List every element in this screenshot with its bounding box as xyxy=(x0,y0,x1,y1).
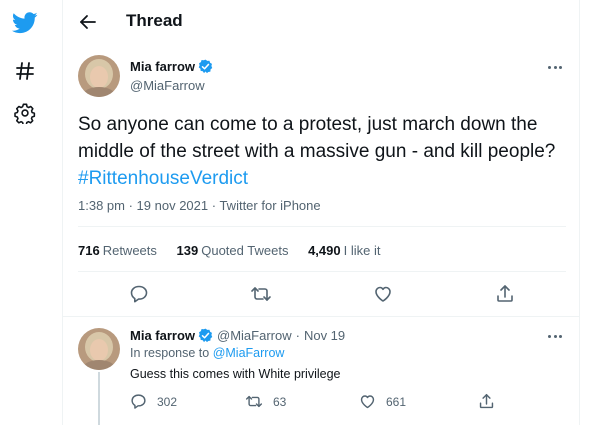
like-heart-icon xyxy=(360,395,375,409)
tweet-client[interactable]: Twitter for iPhone xyxy=(219,198,320,213)
avatar[interactable] xyxy=(78,55,120,97)
verified-badge-icon xyxy=(198,59,213,74)
tweet-meta: 1:38 pm · 19 nov 2021 · Twitter for iPho… xyxy=(78,198,321,213)
reply-icon xyxy=(131,394,146,409)
in-response-to: In response to @MiaFarrow xyxy=(130,346,285,360)
quotes-stat[interactable]: 139 Quoted Tweets xyxy=(177,243,289,258)
verified-badge-icon xyxy=(198,328,213,343)
share-icon xyxy=(479,393,494,409)
thread-column: Thread Mia farrow @MiaFarrow So anyone c… xyxy=(62,0,580,425)
likes-stat[interactable]: 4,490 I like it xyxy=(308,243,380,258)
tweet-body: So anyone can come to a protest, just ma… xyxy=(78,114,556,162)
twitter-logo-icon[interactable] xyxy=(10,8,40,38)
reply-count: 302 xyxy=(157,394,178,409)
reply-share-button[interactable] xyxy=(478,393,505,410)
reply-reply-button[interactable]: 302 xyxy=(130,393,177,410)
reply-date[interactable]: Nov 19 xyxy=(304,328,345,343)
thread-connector-line xyxy=(98,372,100,425)
divider xyxy=(78,271,566,272)
tweet-time[interactable]: 1:38 pm xyxy=(78,198,125,213)
reply-like-button[interactable]: 661 xyxy=(359,393,406,410)
handle[interactable]: @MiaFarrow xyxy=(217,328,292,343)
separator-dot: · xyxy=(295,328,300,343)
more-options-icon[interactable] xyxy=(545,329,565,343)
thread-header: Thread xyxy=(63,0,579,44)
tweet-author: Mia farrow xyxy=(130,59,213,74)
display-name[interactable]: Mia farrow xyxy=(130,59,195,74)
handle[interactable]: @MiaFarrow xyxy=(130,78,205,93)
hashtag-icon[interactable] xyxy=(10,56,40,86)
reply-text: Guess this comes with White privilege xyxy=(130,367,341,381)
gear-icon[interactable] xyxy=(10,98,40,128)
retweet-count: 63 xyxy=(273,394,287,409)
display-name[interactable]: Mia farrow xyxy=(130,328,195,343)
retweet-icon xyxy=(245,395,263,408)
retweet-icon[interactable] xyxy=(249,282,273,306)
more-options-icon[interactable] xyxy=(545,60,565,74)
like-heart-icon[interactable] xyxy=(371,282,395,306)
tweet-date[interactable]: 19 nov 2021 xyxy=(137,198,209,213)
like-count: 661 xyxy=(386,394,407,409)
reply-retweet-button[interactable]: 63 xyxy=(245,393,286,410)
retweets-stat[interactable]: 716 Retweets xyxy=(78,243,157,258)
page-title: Thread xyxy=(126,11,183,30)
tweet-stats: 716 Retweets 139 Quoted Tweets 4,490 I like… xyxy=(78,243,396,258)
divider xyxy=(63,316,579,317)
in-response-handle-link[interactable]: @MiaFarrow xyxy=(213,346,285,360)
divider xyxy=(78,226,566,227)
avatar[interactable] xyxy=(78,328,120,370)
tweet-text: So anyone can come to a protest, just ma… xyxy=(78,111,573,192)
share-icon[interactable] xyxy=(493,282,517,306)
hashtag-link[interactable]: #RittenhouseVerdict xyxy=(78,168,248,189)
back-arrow-icon[interactable] xyxy=(77,11,99,33)
reply-author: Mia farrow @MiaFarrow · Nov 19 xyxy=(130,328,345,343)
left-nav xyxy=(0,0,62,425)
reply-icon[interactable] xyxy=(127,282,151,306)
